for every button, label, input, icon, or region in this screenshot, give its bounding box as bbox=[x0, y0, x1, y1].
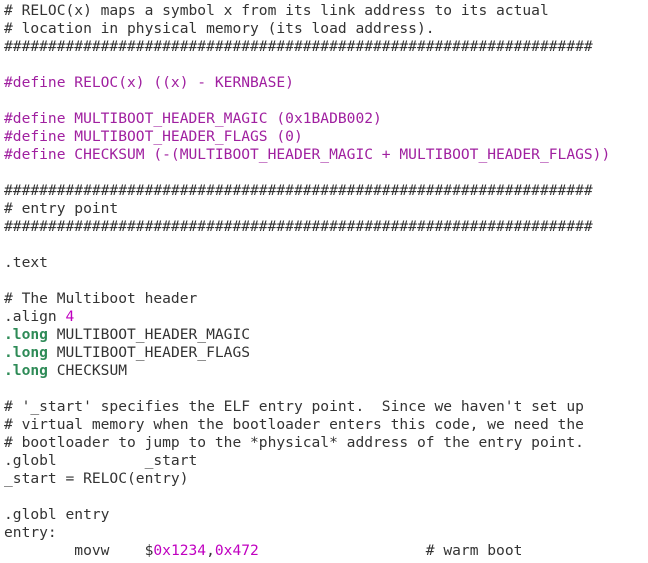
code-token-default: movw $ bbox=[4, 542, 154, 559]
code-token-comment: # virtual memory when the bootloader ent… bbox=[4, 416, 584, 433]
code-token-default: .globl entry bbox=[4, 506, 110, 523]
code-token-comment: # The Multiboot header bbox=[4, 290, 198, 307]
code-line: # location in physical memory (its load … bbox=[4, 20, 435, 38]
code-line: .align 4 bbox=[4, 308, 74, 326]
code-token-comment: # '_start' specifies the ELF entry point… bbox=[4, 398, 584, 415]
code-line: # entry point bbox=[4, 200, 118, 218]
code-token-default: _start = RELOC(entry) bbox=[4, 470, 189, 487]
code-token-default: entry: bbox=[4, 524, 57, 541]
code-line: ########################################… bbox=[4, 182, 593, 200]
code-token-comment: ########################################… bbox=[4, 38, 593, 55]
code-line: ########################################… bbox=[4, 218, 593, 236]
code-line: #define CHECKSUM (-(MULTIBOOT_HEADER_MAG… bbox=[4, 146, 610, 164]
code-line: .long CHECKSUM bbox=[4, 362, 127, 380]
code-line: .long MULTIBOOT_HEADER_FLAGS bbox=[4, 344, 250, 362]
code-token-keyword: .long bbox=[4, 344, 48, 361]
code-token-default: .globl _start bbox=[4, 452, 198, 469]
code-token-preproc: #define CHECKSUM (-(MULTIBOOT_HEADER_MAG… bbox=[4, 146, 611, 163]
code-line: .globl entry bbox=[4, 506, 109, 524]
code-token-comment: # RELOC(x) maps a symbol x from its link… bbox=[4, 2, 549, 19]
code-line: ########################################… bbox=[4, 38, 593, 56]
code-line: # '_start' specifies the ELF entry point… bbox=[4, 398, 584, 416]
code-token-comment: ########################################… bbox=[4, 182, 593, 199]
code-token-default: # warm boot bbox=[258, 542, 523, 559]
code-token-default: MULTIBOOT_HEADER_FLAGS bbox=[47, 344, 251, 361]
code-token-comment: # bootloader to jump to the *physical* a… bbox=[4, 434, 584, 451]
code-line: # The Multiboot header bbox=[4, 290, 197, 308]
code-line: .long MULTIBOOT_HEADER_MAGIC bbox=[4, 326, 250, 344]
code-token-preproc: #define MULTIBOOT_HEADER_FLAGS (0) bbox=[4, 128, 303, 145]
code-line: # RELOC(x) maps a symbol x from its link… bbox=[4, 2, 549, 20]
code-line: #define MULTIBOOT_HEADER_MAGIC (0x1BADB0… bbox=[4, 110, 382, 128]
code-token-comment: # entry point bbox=[4, 200, 119, 217]
code-token-default: .text bbox=[4, 254, 48, 271]
code-line: .text bbox=[4, 254, 48, 272]
code-line: #define RELOC(x) ((x) - KERNBASE) bbox=[4, 74, 294, 92]
code-token-number: 4 bbox=[65, 308, 75, 325]
code-token-preproc: #define RELOC(x) ((x) - KERNBASE) bbox=[4, 74, 294, 91]
code-token-preproc: #define MULTIBOOT_HEADER_MAGIC (0x1BADB0… bbox=[4, 110, 382, 127]
code-editor[interactable]: # RELOC(x) maps a symbol x from its link… bbox=[0, 0, 648, 563]
code-line: #define MULTIBOOT_HEADER_FLAGS (0) bbox=[4, 128, 303, 146]
code-token-keyword: .long bbox=[4, 362, 48, 379]
code-token-comment: # location in physical memory (its load … bbox=[4, 20, 435, 37]
code-line: .globl _start bbox=[4, 452, 197, 470]
code-token-number: 0x472 bbox=[214, 542, 259, 559]
code-token-keyword: .long bbox=[4, 326, 48, 343]
code-token-number: 0x1234 bbox=[153, 542, 207, 559]
code-token-comment: ########################################… bbox=[4, 218, 593, 235]
code-line: # bootloader to jump to the *physical* a… bbox=[4, 434, 584, 452]
code-line: _start = RELOC(entry) bbox=[4, 470, 189, 488]
code-token-default: CHECKSUM bbox=[47, 362, 128, 379]
code-line: movw $0x1234,0x472 # warm boot bbox=[4, 542, 522, 560]
code-token-default: MULTIBOOT_HEADER_MAGIC bbox=[47, 326, 251, 343]
code-token-default: .align bbox=[4, 308, 66, 325]
code-line: # virtual memory when the bootloader ent… bbox=[4, 416, 584, 434]
code-token-default: , bbox=[206, 542, 215, 559]
code-line: entry: bbox=[4, 524, 57, 542]
